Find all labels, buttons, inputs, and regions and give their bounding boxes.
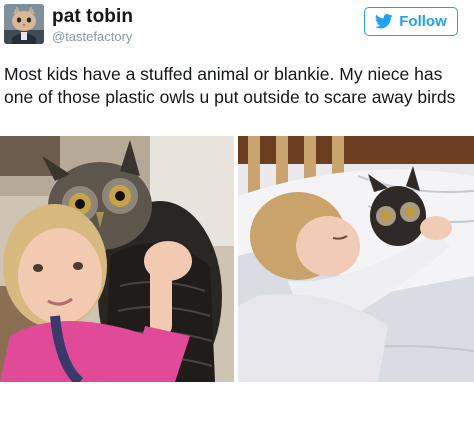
follow-label: Follow — [399, 13, 447, 30]
tweet-photo-right[interactable] — [238, 136, 474, 382]
follow-button[interactable]: Follow — [364, 7, 458, 36]
display-name[interactable]: pat tobin — [52, 6, 133, 28]
twitter-bird-icon — [375, 14, 393, 29]
tweet-footer-space — [0, 382, 474, 424]
cat-avatar-icon — [4, 4, 44, 44]
tweet-card: pat tobin @tastefactory Follow Most kids… — [0, 0, 474, 424]
user-handle[interactable]: @tastefactory — [52, 29, 132, 44]
tweet-photo-left[interactable] — [0, 136, 234, 382]
tweet-text: Most kids have a stuffed animal or blank… — [4, 64, 456, 107]
photo-girl-hugging-owl — [0, 136, 234, 382]
avatar[interactable] — [4, 4, 44, 44]
photo-girl-sleeping-with-owl — [238, 136, 474, 382]
